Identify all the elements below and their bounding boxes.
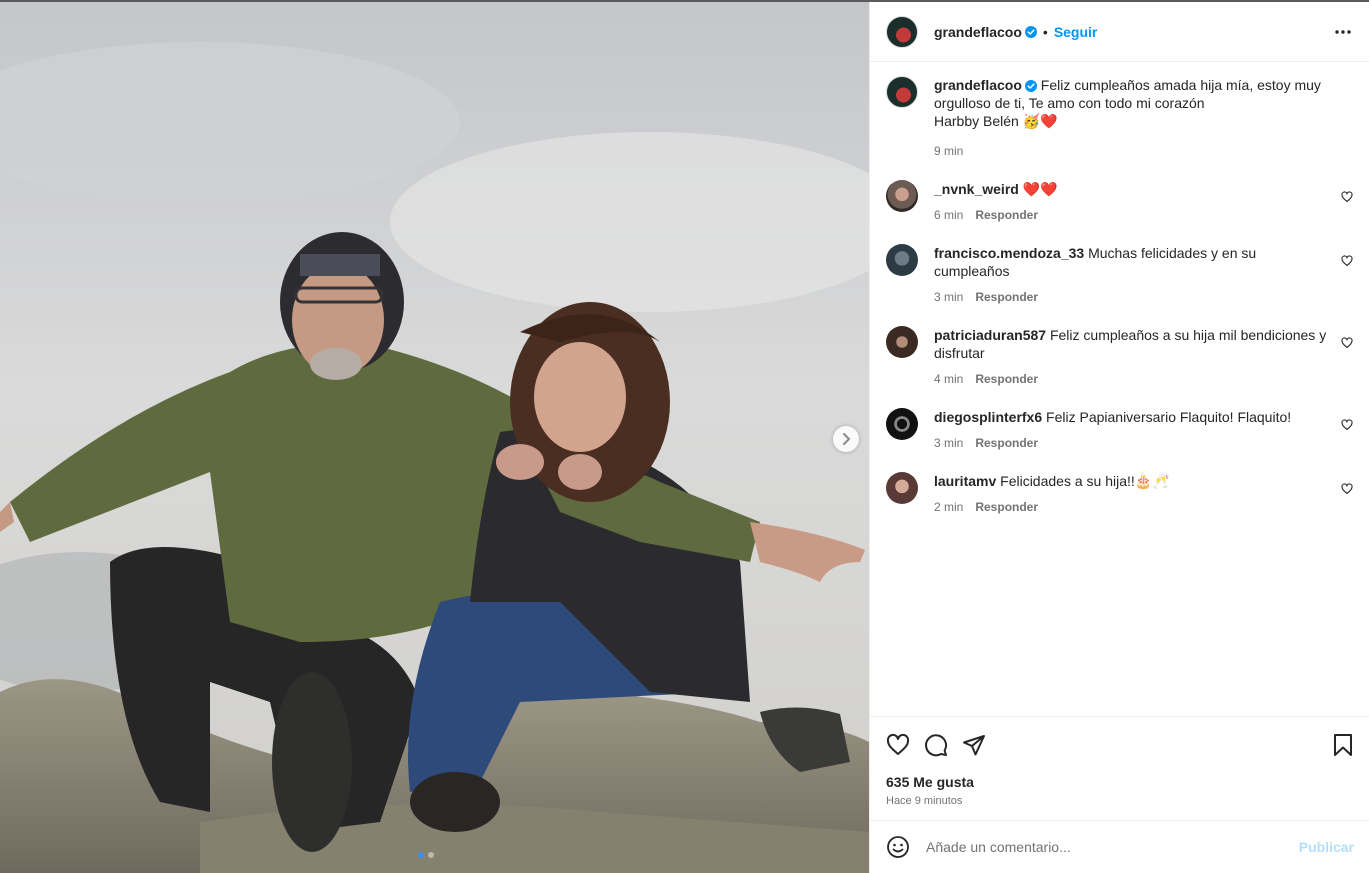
- comment-item: patriciaduran587 Feliz cumpleaños a su h…: [886, 326, 1353, 388]
- comment-like-button[interactable]: [1341, 418, 1353, 436]
- comment-input[interactable]: [926, 839, 1299, 855]
- carousel-dot: [428, 852, 434, 858]
- commenter-avatar[interactable]: [886, 472, 918, 504]
- comment-timestamp: 3 min: [934, 290, 964, 304]
- comment-text: Felicidades a su hija!!🎂🥂: [1000, 473, 1170, 489]
- reply-button[interactable]: Responder: [975, 288, 1038, 306]
- post-media[interactable]: [0, 2, 869, 873]
- comments-section[interactable]: grandeflacoo Feliz cumpleaños amada hija…: [870, 62, 1369, 716]
- chevron-right-icon: [843, 433, 850, 445]
- post-details-panel: grandeflacoo • Seguir grandeflacoo Feliz…: [869, 2, 1369, 873]
- post-photo: [0, 2, 869, 873]
- heart-outline-icon: [1341, 483, 1353, 495]
- like-button[interactable]: [886, 733, 910, 757]
- send-icon: [963, 735, 985, 756]
- comment-text: ❤️❤️: [1022, 181, 1058, 197]
- post-caption: grandeflacoo Feliz cumpleaños amada hija…: [886, 76, 1353, 160]
- commenter-username[interactable]: _nvnk_weird: [934, 181, 1019, 197]
- comment-button[interactable]: [924, 733, 948, 757]
- likes-count[interactable]: 635 Me gusta: [886, 774, 1354, 790]
- comment-text: Feliz Papianiversario Flaquito! Flaquito…: [1046, 409, 1292, 425]
- header-separator: •: [1042, 23, 1048, 40]
- comment-like-button[interactable]: [1341, 482, 1353, 500]
- comment-item: _nvnk_weird ❤️❤️ 6 min Responder: [886, 180, 1353, 224]
- commenter-avatar[interactable]: [886, 244, 918, 276]
- author-avatar[interactable]: [886, 15, 918, 48]
- carousel-dot-active: [418, 852, 424, 858]
- caption-timestamp: 9 min: [934, 144, 964, 158]
- post-actions: 635 Me gusta Hace 9 minutos: [870, 716, 1369, 807]
- comment-like-button[interactable]: [1341, 254, 1353, 272]
- comment-like-button[interactable]: [1341, 190, 1353, 208]
- reply-button[interactable]: Responder: [975, 370, 1038, 388]
- post-header: grandeflacoo • Seguir: [870, 2, 1369, 62]
- reply-button[interactable]: Responder: [975, 206, 1038, 224]
- publish-button[interactable]: Publicar: [1299, 839, 1354, 855]
- commenter-username[interactable]: diegosplinterfx6: [934, 409, 1042, 425]
- reply-button[interactable]: Responder: [975, 498, 1038, 516]
- caption-text-line2: Harbby Belén 🥳❤️: [934, 113, 1058, 129]
- commenter-username[interactable]: patriciaduran587: [934, 327, 1046, 343]
- commenter-username[interactable]: lauritamv: [934, 473, 996, 489]
- verified-badge-icon: [1024, 25, 1037, 38]
- commenter-avatar[interactable]: [886, 180, 918, 212]
- comment-timestamp: 2 min: [934, 500, 964, 514]
- emoji-button[interactable]: [886, 835, 910, 859]
- emoji-icon: [887, 836, 909, 858]
- author-username[interactable]: grandeflacoo: [934, 24, 1022, 40]
- comment-composer: Publicar: [870, 820, 1369, 873]
- heart-icon: [886, 733, 910, 755]
- more-options-button[interactable]: [1333, 29, 1353, 35]
- heart-outline-icon: [1341, 419, 1353, 431]
- comment-item: lauritamv Felicidades a su hija!!🎂🥂 2 mi…: [886, 472, 1353, 516]
- carousel-indicator: [418, 852, 434, 858]
- comment-item: diegosplinterfx6 Feliz Papianiversario F…: [886, 408, 1353, 452]
- comment-timestamp: 4 min: [934, 372, 964, 386]
- post-timestamp: Hace 9 minutos: [886, 795, 963, 807]
- reply-button[interactable]: Responder: [975, 434, 1038, 452]
- save-button[interactable]: [1332, 733, 1354, 757]
- next-image-button[interactable]: [833, 426, 859, 452]
- comment-timestamp: 3 min: [934, 436, 964, 450]
- verified-badge-icon: [1024, 80, 1037, 93]
- commenter-username[interactable]: francisco.mendoza_33: [934, 245, 1084, 261]
- commenter-avatar[interactable]: [886, 408, 918, 440]
- heart-outline-icon: [1341, 337, 1353, 349]
- bookmark-icon: [1334, 734, 1352, 756]
- follow-button[interactable]: Seguir: [1054, 24, 1098, 40]
- heart-outline-icon: [1341, 191, 1353, 203]
- comment-icon: [925, 734, 948, 757]
- commenter-avatar[interactable]: [886, 326, 918, 358]
- comment-timestamp: 6 min: [934, 208, 964, 222]
- share-button[interactable]: [962, 733, 986, 757]
- more-icon: [1335, 29, 1351, 34]
- heart-outline-icon: [1341, 255, 1353, 267]
- comment-like-button[interactable]: [1341, 336, 1353, 354]
- comment-item: francisco.mendoza_33 Muchas felicidades …: [886, 244, 1353, 306]
- caption-author-avatar[interactable]: [886, 76, 918, 108]
- caption-author-username[interactable]: grandeflacoo: [934, 77, 1022, 93]
